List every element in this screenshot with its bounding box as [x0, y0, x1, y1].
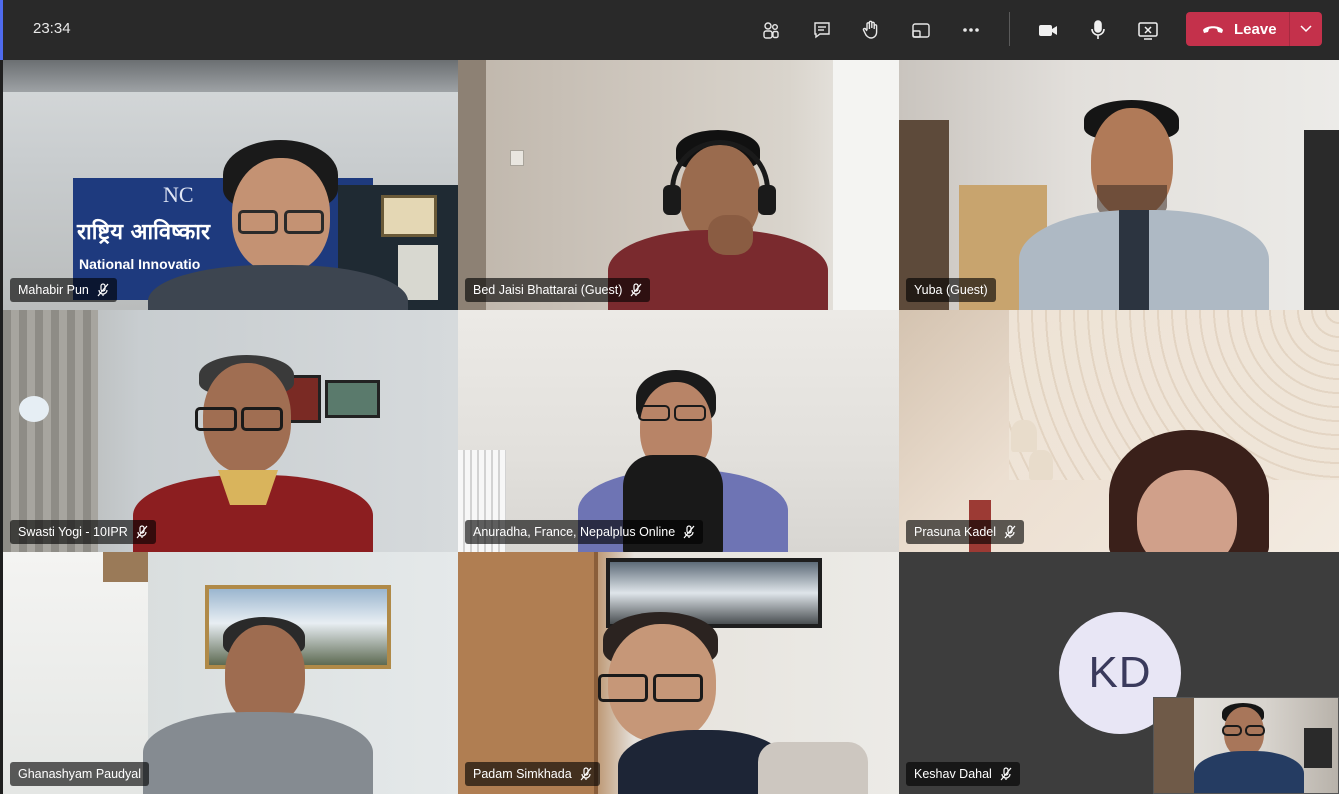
more-options-icon[interactable]	[956, 15, 986, 45]
leave-main-button[interactable]: Leave	[1186, 12, 1289, 46]
chat-icon[interactable]	[807, 15, 837, 45]
leave-options-button[interactable]	[1290, 12, 1322, 46]
video-tile[interactable]: Padam Simkhada	[458, 552, 899, 794]
video-tile[interactable]: Swasti Yogi - 10IPR	[3, 310, 458, 552]
participant-name-tag: Swasti Yogi - 10IPR	[10, 520, 156, 544]
leave-button[interactable]: Leave	[1186, 12, 1322, 46]
participant-name: Anuradha, France, Nepalplus Online	[473, 525, 676, 539]
participant-name: Yuba (Guest)	[914, 283, 988, 297]
participant-name-tag: Ghanashyam Paudyal	[10, 762, 149, 786]
participant-name-tag: Prasuna Kadel	[906, 520, 1025, 544]
participant-name: Padam Simkhada	[473, 767, 572, 781]
sign-logo: NC	[163, 182, 194, 207]
participant-name-tag: Yuba (Guest)	[906, 278, 996, 302]
video-feed	[3, 310, 458, 552]
muted-mic-icon	[97, 283, 109, 297]
participant-name: Bed Jaisi Bhattarai (Guest)	[473, 283, 623, 297]
video-tile[interactable]: Ghanashyam Paudyal	[3, 552, 458, 794]
muted-mic-icon	[630, 283, 642, 297]
sign-text-english: National Innovatio	[79, 256, 201, 272]
participant-name: Prasuna Kadel	[914, 525, 997, 539]
muted-mic-icon	[1000, 767, 1012, 781]
video-feed	[899, 310, 1339, 552]
video-tile[interactable]: Bed Jaisi Bhattarai (Guest)	[458, 60, 899, 310]
video-feed	[458, 310, 899, 552]
meeting-toolbar: 23:34 Leave	[0, 0, 1339, 60]
share-tray-icon[interactable]	[906, 15, 936, 45]
video-feed	[3, 552, 458, 794]
video-tile[interactable]: Yuba (Guest)	[899, 60, 1339, 310]
participants-icon[interactable]	[756, 15, 786, 45]
chevron-down-icon	[1300, 25, 1312, 33]
muted-mic-icon	[580, 767, 592, 781]
video-feed	[899, 60, 1339, 310]
raise-hand-icon[interactable]	[856, 15, 886, 45]
video-tile[interactable]: Prasuna Kadel	[899, 310, 1339, 552]
video-feed	[458, 60, 899, 310]
toolbar-divider	[1009, 12, 1010, 46]
video-tile[interactable]: Anuradha, France, Nepalplus Online	[458, 310, 899, 552]
sign-text-native: राष्ट्रिय आविष्कार	[77, 220, 210, 245]
participant-name: Mahabir Pun	[18, 283, 89, 297]
self-view-video[interactable]	[1153, 697, 1339, 794]
stop-share-icon[interactable]	[1133, 15, 1163, 45]
participant-name-tag: Keshav Dahal	[906, 762, 1020, 786]
hang-up-icon	[1203, 26, 1223, 33]
meeting-timer: 23:34	[33, 20, 71, 37]
muted-mic-icon	[683, 525, 695, 539]
participant-name-tag: Padam Simkhada	[465, 762, 600, 786]
muted-mic-icon	[136, 525, 148, 539]
video-feed	[458, 552, 899, 794]
participant-name-tag: Bed Jaisi Bhattarai (Guest)	[465, 278, 651, 302]
participant-name: Ghanashyam Paudyal	[18, 767, 141, 781]
video-feed: NC राष्ट्रिय आविष्कार National Innovatio	[3, 60, 458, 310]
microphone-icon[interactable]	[1083, 15, 1113, 45]
participant-name-tag: Anuradha, France, Nepalplus Online	[465, 520, 704, 544]
self-video-feed	[1154, 698, 1338, 793]
leave-label: Leave	[1234, 20, 1277, 38]
participant-name-tag: Mahabir Pun	[10, 278, 117, 302]
participant-name: Keshav Dahal	[914, 767, 992, 781]
video-tile[interactable]: NC राष्ट्रिय आविष्कार National Innovatio…	[3, 60, 458, 310]
participant-name: Swasti Yogi - 10IPR	[18, 525, 128, 539]
muted-mic-icon	[1004, 525, 1016, 539]
camera-icon[interactable]	[1033, 15, 1063, 45]
video-grid: NC राष्ट्रिय आविष्कार National Innovatio…	[3, 60, 1339, 794]
